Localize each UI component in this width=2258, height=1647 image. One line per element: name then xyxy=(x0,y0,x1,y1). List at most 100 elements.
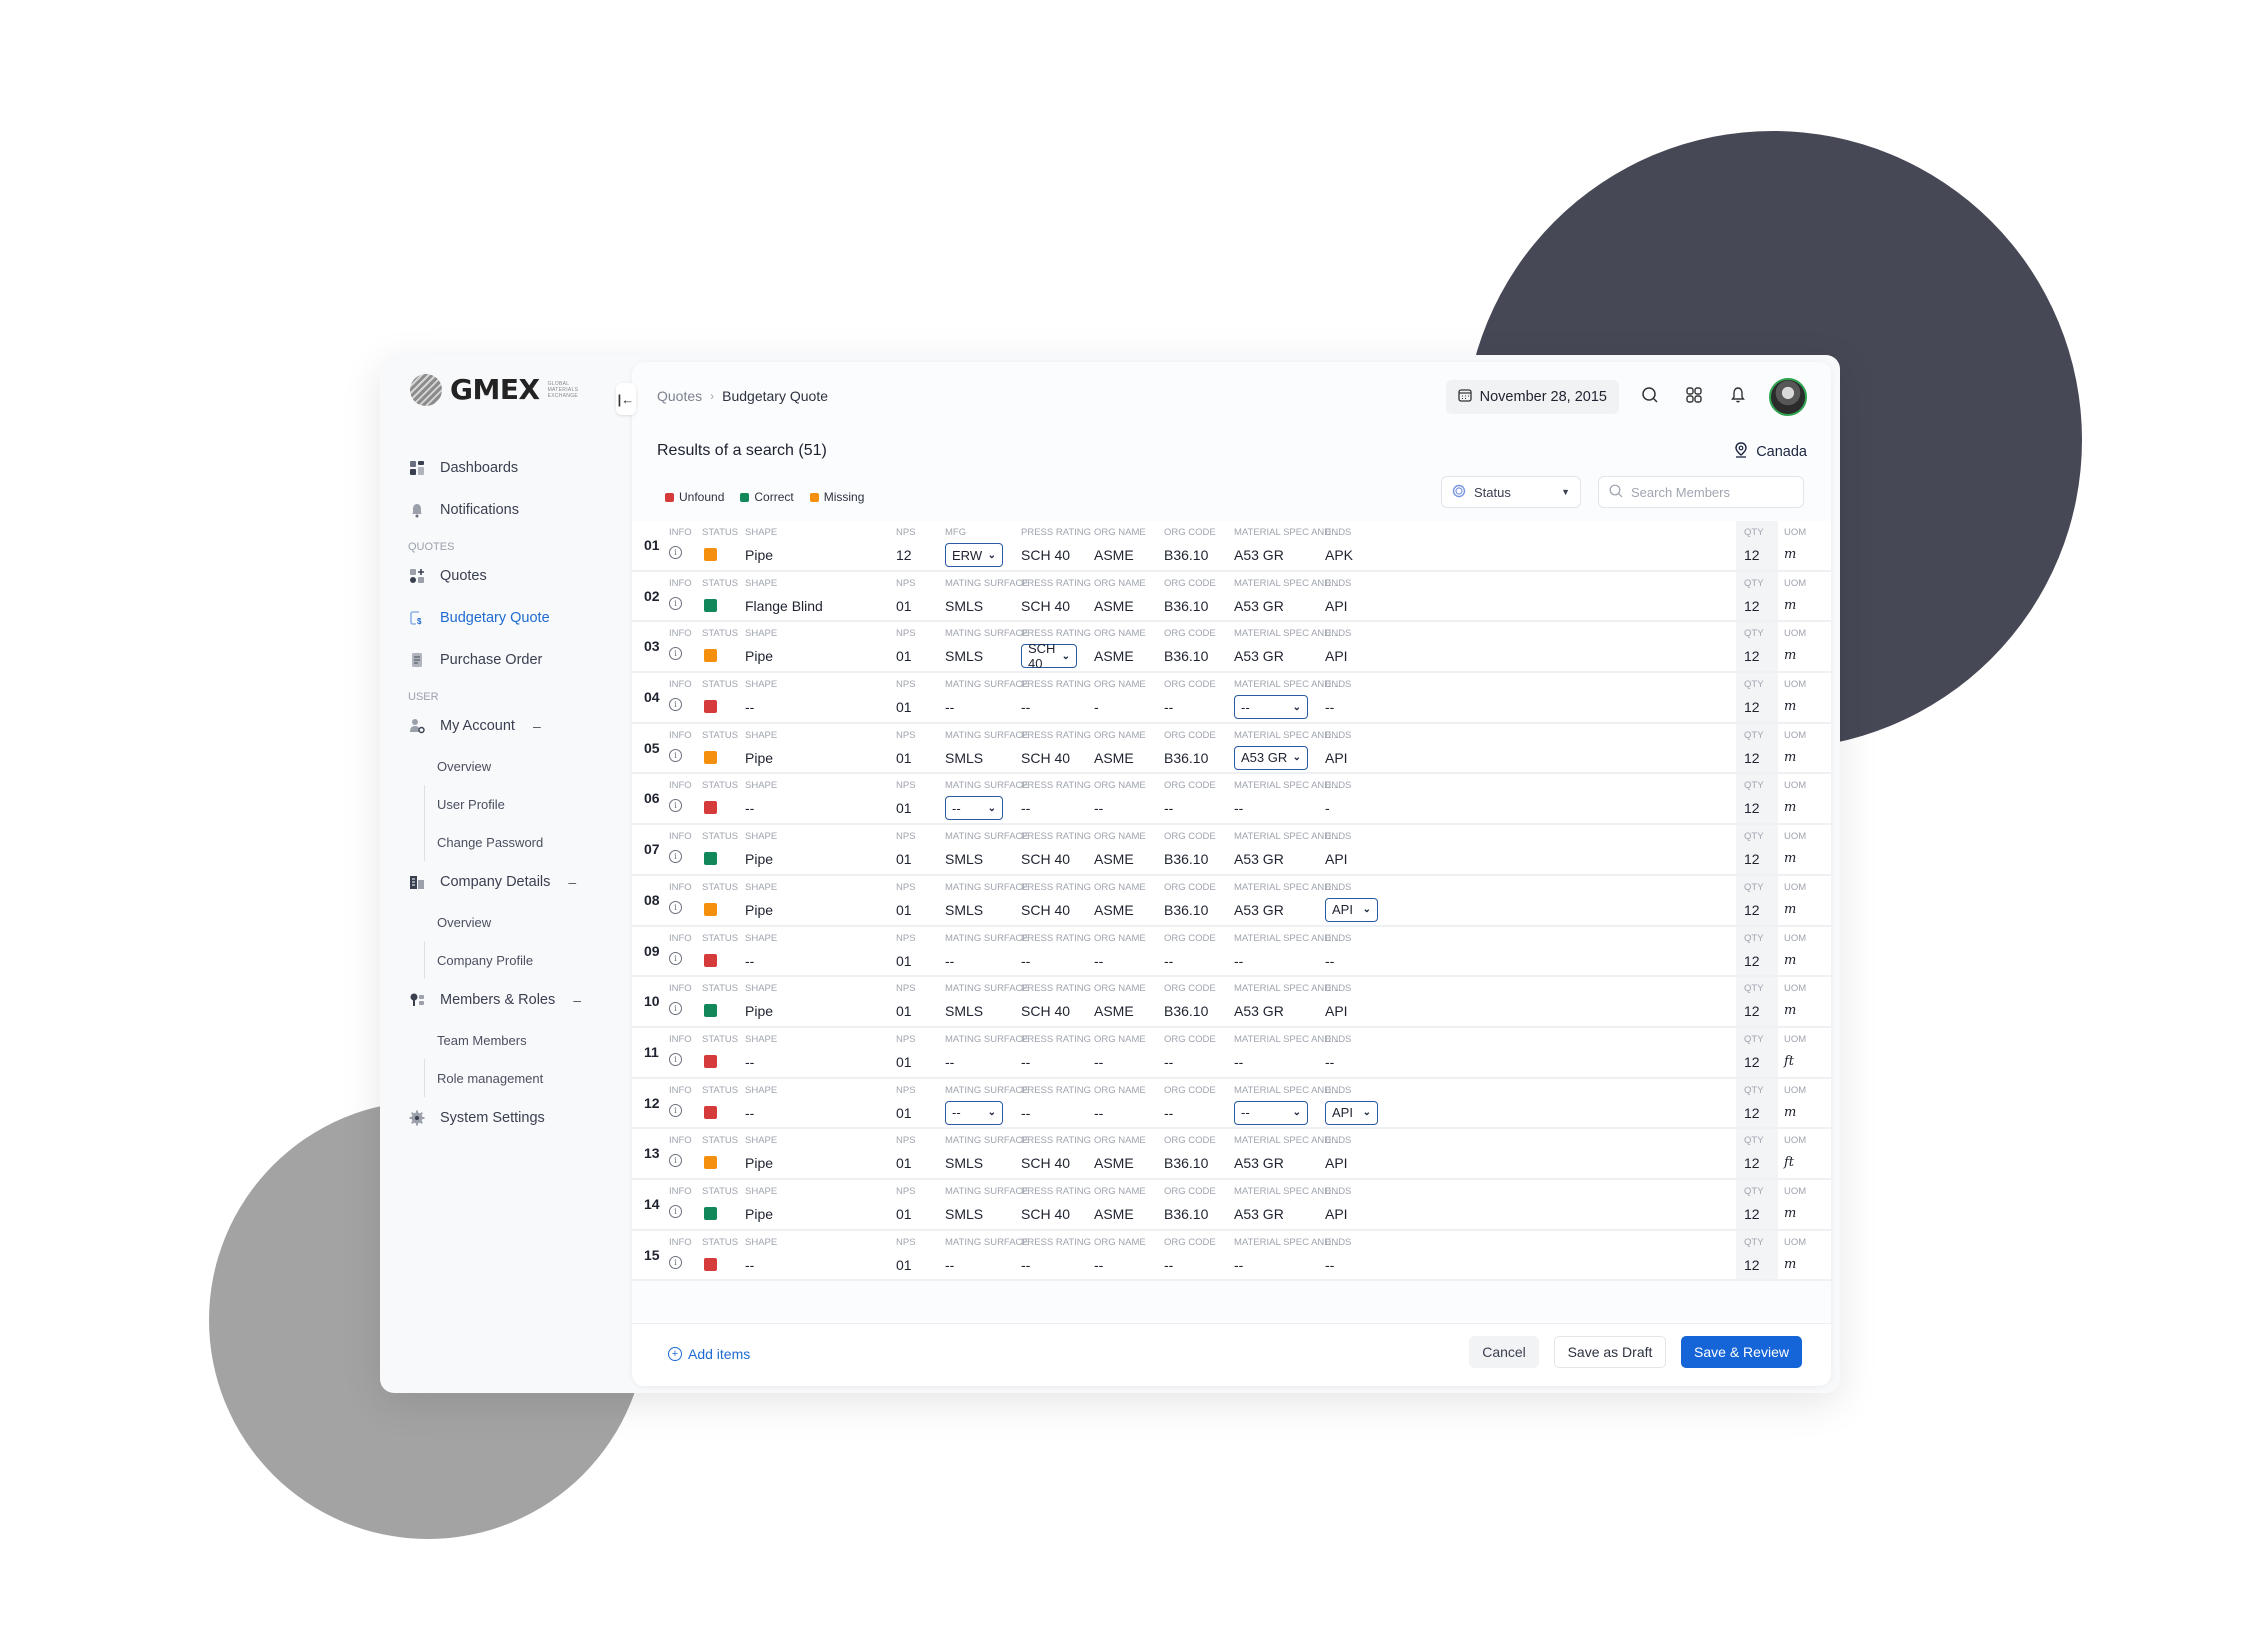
info-icon[interactable]: i xyxy=(669,799,682,813)
search-button[interactable] xyxy=(1637,384,1663,410)
table-row[interactable]: 13 INFO i STATUS SHAPE Pipe NPS 01 MATING SURFAC… xyxy=(632,1129,1831,1180)
table-row[interactable]: 02 INFO i STATUS SHAPE Flange Blind NPS 01 MATIN… xyxy=(632,571,1831,623)
table-row[interactable]: 14 INFO i STATUS SHAPE Pipe NPS 01 MATING SURFAC… xyxy=(632,1179,1831,1231)
table-row[interactable]: 11 INFO i STATUS SHAPE -- NPS 01 MATING SURFACE -… xyxy=(632,1027,1831,1079)
collapse-sidebar-button[interactable]: |← xyxy=(616,383,636,415)
save-review-button[interactable]: Save & Review xyxy=(1681,1336,1802,1368)
info-icon[interactable]: i xyxy=(669,698,682,712)
sidebar-nav: Dashboards Notifications QUOTES Quotes $… xyxy=(408,447,618,1139)
shape-value: Pipe xyxy=(745,851,774,868)
col5-dropdown[interactable]: ERW ⌄ xyxy=(945,543,1003,567)
column-label: UOM xyxy=(1784,1135,1807,1147)
info-icon[interactable]: i xyxy=(669,1002,682,1016)
info-icon[interactable]: i xyxy=(669,951,682,965)
ends-dropdown[interactable]: API ⌄ xyxy=(1325,897,1378,922)
sidebar-item-my-account[interactable]: My Account – xyxy=(408,705,618,747)
info-icon[interactable]: i xyxy=(669,1255,682,1269)
table-row[interactable]: 07 INFO i STATUS SHAPE Pipe NPS 01 MATING SURFAC… xyxy=(632,825,1831,876)
row-number: 13 xyxy=(644,1145,660,1162)
column-label: MFG xyxy=(945,527,967,538)
cancel-button[interactable]: Cancel xyxy=(1469,1336,1539,1368)
info-icon[interactable]: i xyxy=(669,748,682,762)
sidebar-subitem-role-management[interactable]: Role management xyxy=(408,1059,618,1097)
press-value: -- xyxy=(1021,1053,1031,1070)
column-label: UOM xyxy=(1784,527,1807,538)
shape-value: -- xyxy=(745,699,755,716)
sidebar-subitem-team-members[interactable]: Team Members xyxy=(408,1021,618,1059)
spec-dropdown[interactable]: -- ⌄ xyxy=(1234,695,1308,720)
ends-dropdown[interactable]: API ⌄ xyxy=(1325,1100,1378,1125)
table-row[interactable]: 08 INFO i STATUS SHAPE Pipe NPS 01 MATING SURFAC… xyxy=(632,875,1831,927)
column-label: MATING SURFACE xyxy=(945,932,1029,944)
cell-spec: MATERIAL SPEC AND... A53 GR xyxy=(1234,830,1339,868)
info-icon[interactable]: i xyxy=(669,900,682,914)
sidebar-subitem-company-profile[interactable]: Company Profile xyxy=(408,941,618,979)
sidebar-item-members-roles[interactable]: Members & Roles – xyxy=(408,979,618,1021)
cell-spec: MATERIAL SPEC AND... A53 GR xyxy=(1234,526,1339,564)
search-members-field[interactable] xyxy=(1598,476,1804,508)
search-members-input[interactable] xyxy=(1631,484,1791,500)
date-picker[interactable]: November 28, 2015 xyxy=(1445,380,1619,414)
sidebar-subitem-company-overview[interactable]: Overview xyxy=(408,903,618,941)
sidebar-subitem-user-profile[interactable]: User Profile xyxy=(408,785,618,823)
status-filter-dropdown[interactable]: Status ▼ xyxy=(1441,476,1581,508)
sidebar-item-company-details[interactable]: Company Details – xyxy=(408,861,618,903)
table-row[interactable]: 05 INFO i STATUS SHAPE Pipe NPS 01 MATING SURFAC… xyxy=(632,723,1831,775)
column-label: ORG NAME xyxy=(1094,1236,1146,1248)
col5-dropdown[interactable]: -- ⌄ xyxy=(945,1100,1003,1125)
notifications-button[interactable] xyxy=(1725,384,1751,410)
collapse-minus-icon[interactable]: – xyxy=(573,992,581,1008)
org_code-value: B36.10 xyxy=(1164,547,1209,563)
legend-missing: Missing xyxy=(809,490,864,504)
column-label: ENDS xyxy=(1325,729,1352,741)
col5-dropdown[interactable]: -- ⌄ xyxy=(945,796,1003,821)
press-dropdown[interactable]: SCH 40 ⌄ xyxy=(1021,641,1077,671)
legend-swatch xyxy=(809,492,819,502)
table-row[interactable]: 03 INFO i STATUS SHAPE Pipe NPS 01 MATING SURFAC… xyxy=(632,622,1831,674)
column-label: NPS xyxy=(896,527,916,538)
sidebar-item-quotes[interactable]: Quotes xyxy=(408,555,618,597)
add-items-button[interactable]: + Add items xyxy=(668,1346,750,1362)
app-window: GMEX GLOBAL MATERIALS EXCHANGE |← Dashbo… xyxy=(380,355,1840,1393)
sidebar-item-dashboards[interactable]: Dashboards xyxy=(408,447,618,489)
cell-qty: QTY 12 xyxy=(1744,1033,1764,1071)
info-icon[interactable]: i xyxy=(669,1204,682,1218)
info-icon[interactable]: i xyxy=(669,1154,682,1168)
cell-qty: QTY 12 xyxy=(1744,982,1764,1020)
avatar[interactable] xyxy=(1769,378,1807,416)
collapse-minus-icon[interactable]: – xyxy=(533,718,541,734)
table-row[interactable]: 12 INFO i STATUS SHAPE -- NPS 01 MATING SURFACE -… xyxy=(632,1078,1831,1130)
cell-press: PRESS RATING -- xyxy=(1021,1033,1091,1071)
sidebar-item-notifications[interactable]: Notifications xyxy=(408,489,618,531)
table-row[interactable]: 01 INFO i STATUS SHAPE Pipe NPS 12 MFG ERW ⌄ PRESS … xyxy=(632,521,1831,572)
sidebar-subitem-account-overview[interactable]: Overview xyxy=(408,747,618,785)
sidebar-item-budgetary-quote[interactable]: $ Budgetary Quote xyxy=(408,597,618,639)
nps-value: 01 xyxy=(896,952,912,969)
info-icon[interactable]: i xyxy=(669,1052,682,1066)
info-icon[interactable]: i xyxy=(669,647,682,661)
spec-value: -- xyxy=(1234,1256,1244,1273)
spec-dropdown[interactable]: -- ⌄ xyxy=(1234,1100,1308,1125)
sidebar-subitem-change-password[interactable]: Change Password xyxy=(408,823,618,861)
breadcrumb-quotes[interactable]: Quotes xyxy=(657,388,702,404)
cell-nps: NPS 01 xyxy=(896,577,916,615)
table-row[interactable]: 10 INFO i STATUS SHAPE Pipe NPS 01 MATING SURFAC… xyxy=(632,977,1831,1028)
sidebar-item-purchase-order[interactable]: Purchase Order xyxy=(408,639,618,681)
info-icon[interactable]: i xyxy=(669,596,682,610)
table-row[interactable]: 06 INFO i STATUS SHAPE -- NPS 01 MATING SURFACE -… xyxy=(632,774,1831,826)
column-label: MATING SURFACE xyxy=(945,780,1029,792)
table-row[interactable]: 04 INFO i STATUS SHAPE -- NPS 01 MATING SURFACE -… xyxy=(632,673,1831,724)
info-icon[interactable]: i xyxy=(669,546,682,559)
nps-value: 01 xyxy=(896,749,912,766)
info-icon[interactable]: i xyxy=(669,1103,682,1117)
save-draft-button[interactable]: Save as Draft xyxy=(1554,1336,1666,1368)
location-selector[interactable]: Canada xyxy=(1734,442,1807,462)
apps-button[interactable] xyxy=(1681,384,1707,410)
column-label: STATUS xyxy=(702,1033,739,1045)
sidebar-item-system-settings[interactable]: System Settings xyxy=(408,1097,618,1139)
table-row[interactable]: 15 INFO i STATUS SHAPE -- NPS 01 MATING SURFACE -… xyxy=(632,1230,1831,1282)
table-row[interactable]: 09 INFO i STATUS SHAPE -- NPS 01 MATING SURFACE -… xyxy=(632,926,1831,978)
collapse-minus-icon[interactable]: – xyxy=(568,874,576,890)
info-icon[interactable]: i xyxy=(669,850,682,864)
spec-dropdown[interactable]: A53 GR ⌄ xyxy=(1234,745,1308,770)
